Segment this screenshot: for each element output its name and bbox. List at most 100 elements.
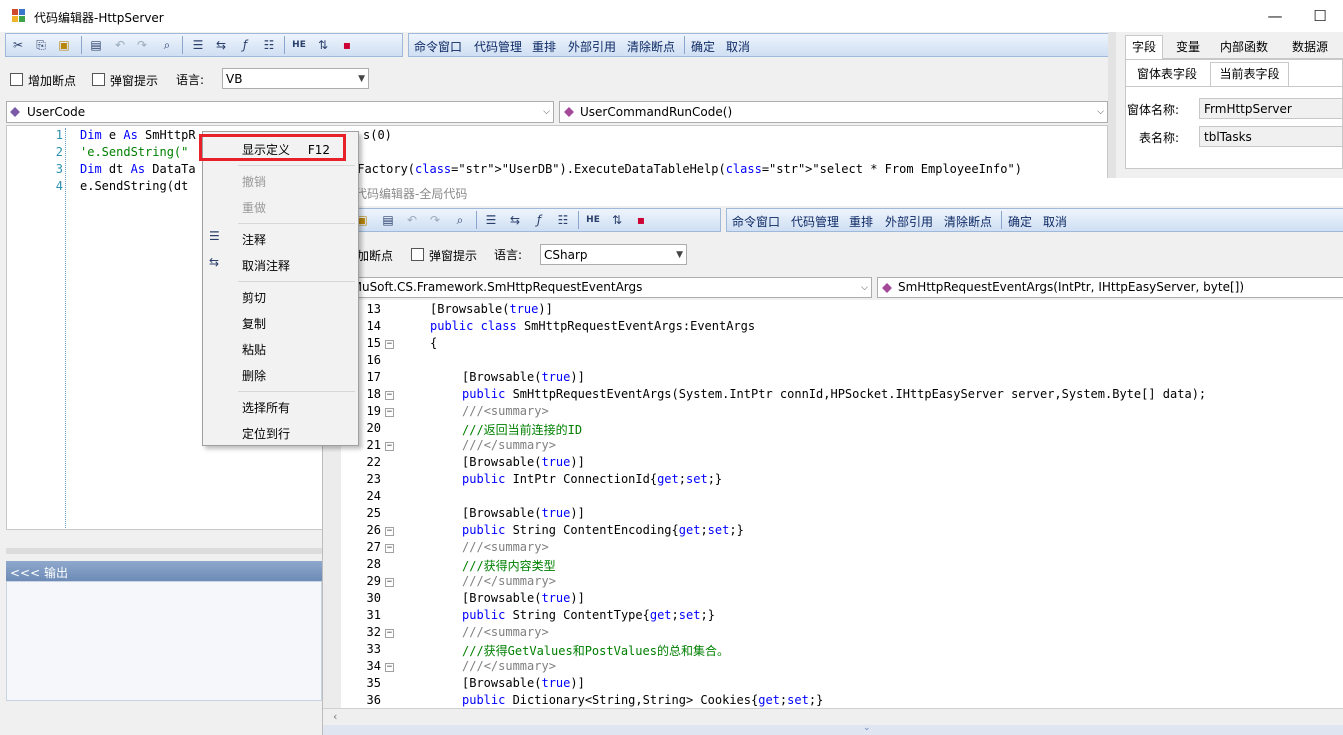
document-icon[interactable]: ▤ xyxy=(380,212,396,228)
add-breakpoint-checkbox[interactable] xyxy=(10,73,23,86)
menu-item-redo[interactable]: 重做 xyxy=(242,199,266,216)
language-value: CSharp xyxy=(544,248,588,262)
language-select[interactable]: CSharp ▼ xyxy=(540,244,687,265)
form-name-field[interactable]: FrmHttpServer xyxy=(1199,98,1343,119)
ok-button[interactable]: 确定 xyxy=(1008,213,1032,230)
subtab-form-fields[interactable]: 窗体表字段 xyxy=(1128,64,1206,86)
command-window-button[interactable]: 命令窗口 xyxy=(732,213,780,230)
code-text: { xyxy=(430,336,438,350)
method-select[interactable]: UserCommandRunCode() ⌵ xyxy=(559,101,1108,123)
breakpoint-icon[interactable]: HE xyxy=(585,212,601,228)
function-icon[interactable]: ƒ xyxy=(531,212,547,228)
fold-toggle-icon[interactable]: − xyxy=(385,663,394,672)
menu-item-copy[interactable]: 复制 xyxy=(242,315,266,332)
clear-breakpoints-button[interactable]: 清除断点 xyxy=(944,213,992,230)
minimize-button[interactable]: — xyxy=(1262,6,1288,26)
command-window-button[interactable]: 命令窗口 xyxy=(414,38,462,55)
comment-icon[interactable]: ☰ xyxy=(483,212,499,228)
fold-toggle-icon[interactable]: − xyxy=(385,442,394,451)
rearrange-button[interactable]: 重排 xyxy=(849,213,873,230)
code-text: ///<summary> xyxy=(462,625,549,639)
comment-icon[interactable]: ☰ xyxy=(190,37,206,53)
breakpoint-icon[interactable]: HE xyxy=(291,37,307,53)
function-icon[interactable]: ƒ xyxy=(237,37,253,53)
format-icon[interactable]: ⇅ xyxy=(609,212,625,228)
cancel-button[interactable]: 取消 xyxy=(726,38,750,55)
uncomment-icon[interactable]: ⇆ xyxy=(213,37,229,53)
save-icon[interactable]: ▪ xyxy=(633,212,649,228)
external-reference-button[interactable]: 外部引用 xyxy=(568,38,616,55)
fold-toggle-icon[interactable]: − xyxy=(385,408,394,417)
format-icon[interactable]: ⇅ xyxy=(315,37,331,53)
menu-item-undo[interactable]: 撤销 xyxy=(242,173,266,190)
undo-icon[interactable]: ↶ xyxy=(112,37,128,53)
comment-icon: ☰ xyxy=(209,229,220,243)
class-select[interactable]: UserCode ⌵ xyxy=(6,101,554,123)
code-text: public SmHttpRequestEventArgs(System.Int… xyxy=(462,387,1207,401)
document-icon[interactable]: ▤ xyxy=(88,37,104,53)
menu-item-comment[interactable]: 注释 xyxy=(242,231,266,248)
horizontal-scrollbar[interactable]: ‹ xyxy=(323,708,1343,725)
highlight-annotation-box xyxy=(199,134,346,161)
rearrange-button[interactable]: 重排 xyxy=(532,38,556,55)
fold-toggle-icon[interactable]: − xyxy=(385,340,394,349)
save-icon[interactable]: ▪ xyxy=(339,37,355,53)
line-number: 2 xyxy=(55,145,63,159)
code-manage-button[interactable]: 代码管理 xyxy=(474,38,522,55)
external-reference-button[interactable]: 外部引用 xyxy=(885,213,933,230)
fold-toggle-icon[interactable]: − xyxy=(385,527,394,536)
tab-datasource[interactable]: 数据源 xyxy=(1282,38,1338,55)
list-icon[interactable]: ☷ xyxy=(261,37,277,53)
output-header[interactable]: <<< 输出 xyxy=(6,561,322,581)
output-panel[interactable] xyxy=(6,581,322,701)
language-select[interactable]: VB ▼ xyxy=(222,68,369,89)
fold-toggle-icon[interactable]: − xyxy=(385,578,394,587)
global-class-select[interactable]: nMuSoft.CS.Framework.SmHttpRequestEventA… xyxy=(323,277,872,298)
find-icon[interactable]: ⌕ xyxy=(159,37,175,53)
cancel-button[interactable]: 取消 xyxy=(1043,213,1067,230)
scroll-left-icon[interactable]: ‹ xyxy=(333,710,337,723)
popup-hint-checkbox[interactable] xyxy=(411,248,424,261)
undo-icon[interactable]: ↶ xyxy=(404,212,420,228)
menu-item-delete[interactable]: 删除 xyxy=(242,367,266,384)
fold-toggle-icon[interactable]: − xyxy=(385,544,394,553)
tab-variables[interactable]: 变量 xyxy=(1170,38,1206,55)
fold-toggle-icon[interactable]: − xyxy=(385,629,394,638)
code-line: 2 'e.SendString(" xyxy=(7,145,1107,162)
menu-item-uncomment[interactable]: 取消注释 xyxy=(242,257,290,274)
table-name-field[interactable]: tblTasks xyxy=(1199,126,1343,147)
splitter[interactable]: ⌄ xyxy=(323,723,1343,735)
subtab-current-fields[interactable]: 当前表字段 xyxy=(1210,62,1289,86)
popup-hint-checkbox[interactable] xyxy=(92,73,105,86)
tab-fields[interactable]: 字段 xyxy=(1125,35,1163,59)
redo-icon[interactable]: ↷ xyxy=(134,37,150,53)
chevron-down-icon[interactable]: ⌄ xyxy=(863,723,871,733)
menu-item-goto-line[interactable]: 定位到行 xyxy=(242,425,290,442)
uncomment-icon[interactable]: ⇆ xyxy=(507,212,523,228)
redo-icon[interactable]: ↷ xyxy=(427,212,443,228)
code-text: public Dictionary<String,String> Cookies… xyxy=(462,693,824,707)
global-code-editor[interactable]: 13 [Browsable(true)] 14 public class SmHttp… xyxy=(323,300,1343,708)
clear-breakpoints-button[interactable]: 清除断点 xyxy=(627,38,675,55)
fold-toggle-icon[interactable]: − xyxy=(385,391,394,400)
app-icon xyxy=(12,9,26,23)
menu-item-paste[interactable]: 粘贴 xyxy=(242,341,266,358)
global-method-select[interactable]: SmHttpRequestEventArgs(IntPtr, IHttpEasy… xyxy=(877,277,1343,298)
maximize-button[interactable]: ☐ xyxy=(1307,6,1333,26)
tab-functions[interactable]: 内部函数 xyxy=(1214,38,1274,55)
menu-item-select-all[interactable]: 选择所有 xyxy=(242,399,290,416)
code-manage-button[interactable]: 代码管理 xyxy=(791,213,839,230)
list-icon[interactable]: ☷ xyxy=(555,212,571,228)
line-number: 28 xyxy=(366,557,381,571)
code-text: e.SendString(dt xyxy=(80,179,189,193)
ok-button[interactable]: 确定 xyxy=(691,38,715,55)
line-number: 4 xyxy=(55,179,63,193)
copy-icon[interactable]: ⎘ xyxy=(33,37,49,53)
find-icon[interactable]: ⌕ xyxy=(452,212,468,228)
global-command-toolbar: 命令窗口 代码管理 重排 外部引用 清除断点 确定 取消 xyxy=(726,208,1343,232)
paste-icon[interactable]: ▣ xyxy=(56,37,72,53)
menu-item-cut[interactable]: 剪切 xyxy=(242,289,266,306)
cut-icon[interactable]: ✂ xyxy=(10,37,26,53)
line-number: 1 xyxy=(55,128,63,142)
line-number: 27 xyxy=(366,540,381,554)
